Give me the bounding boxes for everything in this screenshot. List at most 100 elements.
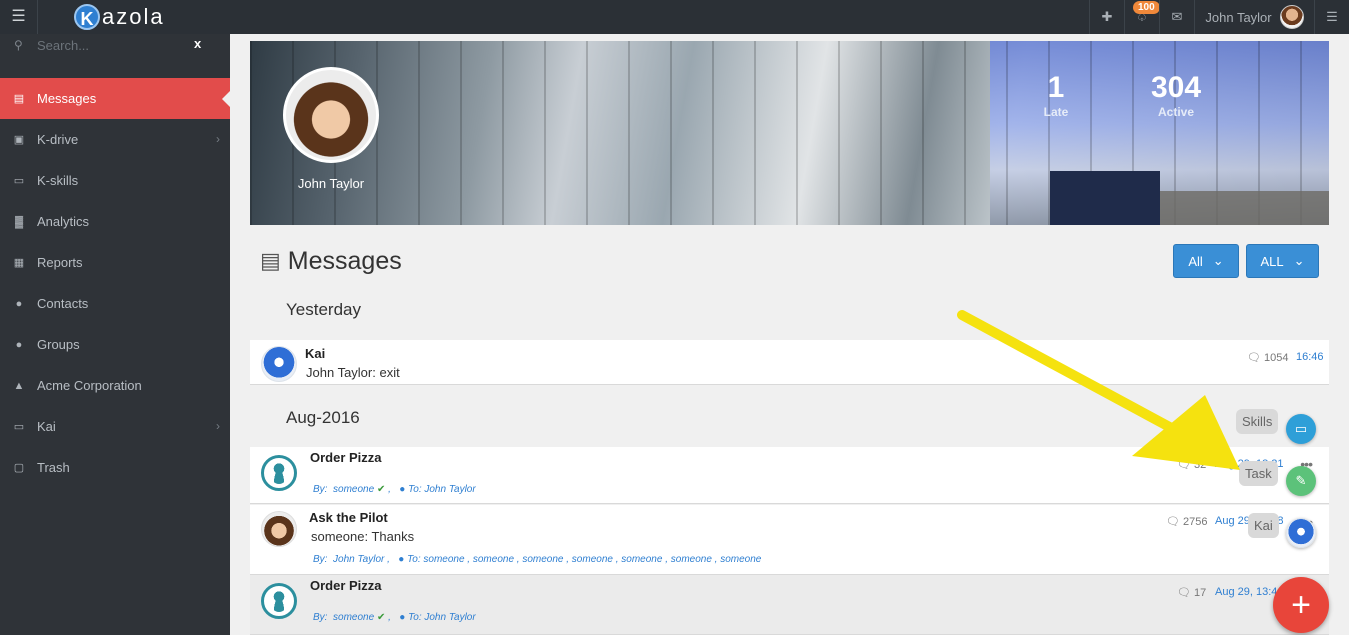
- sidebar-item-reports[interactable]: ▦ Reports: [0, 242, 230, 283]
- search-input[interactable]: Search...: [37, 38, 89, 53]
- check-icon: ✔: [376, 612, 386, 623]
- message-time: Aug 29, 13:4: [1215, 586, 1278, 598]
- sidebar-item-label: Reports: [37, 255, 83, 270]
- sidebar: ⚲ Search... x ▤ Messages ▣ K-drive › ▭ K…: [0, 34, 230, 635]
- user-menu[interactable]: John Taylor: [1194, 0, 1314, 34]
- message-row[interactable]: Order Pizza By: someone ✔ , ● To: John T…: [250, 447, 1329, 504]
- comment-count-value: 2756: [1183, 516, 1208, 528]
- profile-banner: John Taylor 1 Late 304 Active: [250, 41, 1329, 225]
- app-logo[interactable]: K azola: [74, 4, 165, 30]
- filter-label: ALL: [1260, 253, 1284, 269]
- comment-count: 🗨 17: [1177, 586, 1206, 599]
- sidebar-toggle-icon[interactable]: ☰: [0, 0, 38, 34]
- filter-dropdown-scope[interactable]: ALL ⌄: [1246, 244, 1319, 278]
- sidebar-item-k-drive[interactable]: ▣ K-drive ›: [0, 119, 230, 160]
- user-placeholder-avatar: [261, 583, 297, 619]
- table-icon: ▦: [13, 257, 25, 269]
- message-row[interactable]: Kai John Taylor: exit 🗨 1054 16:46: [250, 340, 1329, 385]
- fab-task-label[interactable]: Task: [1239, 461, 1278, 486]
- users-icon: ●: [15, 338, 23, 351]
- logo-text: azola: [102, 4, 165, 29]
- user-avatar: [1279, 5, 1304, 29]
- recipient-link[interactable]: someone , someone , someone , someone , …: [423, 554, 761, 565]
- sidebar-item-contacts[interactable]: ● Contacts: [0, 283, 230, 324]
- sidebar-item-k-skills[interactable]: ▭ K-skills: [0, 160, 230, 201]
- filter-dropdown-type[interactable]: All ⌄: [1173, 244, 1239, 278]
- add-user-icon[interactable]: ✚: [1089, 0, 1124, 34]
- laptop-icon: ▭: [13, 175, 25, 187]
- chevron-right-icon: ›: [216, 419, 220, 433]
- sidebar-item-groups[interactable]: ● Groups: [0, 324, 230, 365]
- mail-icon[interactable]: ✉: [1159, 0, 1194, 34]
- message-meta: By: John Taylor , ● To: someone , someon…: [313, 554, 762, 565]
- right-menu-icon[interactable]: ☰: [1314, 0, 1349, 34]
- sidebar-item-label: Acme Corporation: [37, 378, 142, 393]
- message-body: John Taylor: exit: [306, 365, 400, 380]
- recipient-link[interactable]: John Taylor: [424, 612, 475, 623]
- to-label: To:: [407, 554, 421, 565]
- user-icon: ●: [15, 297, 23, 310]
- comment-count-value: 1054: [1264, 352, 1289, 364]
- notifications-bell-icon[interactable]: ♤ 100: [1124, 0, 1160, 34]
- sidebar-item-label: K-skills: [37, 173, 79, 188]
- by-label: By:: [313, 484, 328, 495]
- trash-icon: ▢: [13, 462, 25, 474]
- recipient-link[interactable]: John Taylor: [424, 484, 475, 495]
- message-body: someone: Thanks: [311, 529, 415, 544]
- group-label-aug-2016: Aug-2016: [286, 408, 360, 427]
- banner-trees: [1160, 191, 1329, 225]
- sender-link[interactable]: John Taylor: [333, 554, 384, 565]
- kai-bot-avatar: [261, 346, 297, 382]
- comment-count: 🗨 1054: [1247, 351, 1289, 364]
- comment-count-value: 32: [1194, 459, 1207, 471]
- comment-count-value: 17: [1194, 587, 1207, 599]
- message-title: Order Pizza: [310, 450, 382, 465]
- comment-icon: 🗨: [1247, 352, 1261, 364]
- message-title: Kai: [305, 346, 326, 361]
- stat-late[interactable]: 1 Late: [1036, 71, 1076, 119]
- banner-tower: [1050, 171, 1160, 225]
- chevron-right-icon: ›: [216, 132, 220, 146]
- message-row[interactable]: Order Pizza By: someone ✔ , ● To: John T…: [250, 575, 1329, 635]
- comment-icon: 🗨: [1177, 459, 1191, 471]
- kai-bot-icon[interactable]: [1286, 518, 1316, 548]
- fab-kai-label[interactable]: Kai: [1248, 513, 1279, 538]
- by-label: By:: [313, 612, 328, 623]
- page-title: ▤ Messages: [260, 246, 402, 276]
- fab-skills-label[interactable]: Skills: [1236, 409, 1279, 434]
- sidebar-item-messages[interactable]: ▤ Messages: [0, 78, 230, 119]
- chevron-down-icon: ⌄: [1212, 253, 1224, 268]
- sidebar-item-acme-corporation[interactable]: ▲ Acme Corporation: [0, 365, 230, 406]
- user-icon: ●: [399, 612, 406, 623]
- chevron-down-icon: ⌄: [1293, 253, 1305, 268]
- notification-badge: 100: [1133, 1, 1160, 14]
- user-name: John Taylor: [1205, 9, 1272, 25]
- stat-late-label: Late: [1043, 105, 1069, 119]
- comment-count: 🗨 32: [1177, 458, 1206, 471]
- skills-laptop-icon[interactable]: ▭: [1286, 414, 1316, 444]
- message-row[interactable]: Ask the Pilot someone: Thanks By: John T…: [250, 505, 1329, 575]
- sidebar-item-analytics[interactable]: ▓ Analytics: [0, 201, 230, 242]
- laptop-icon: ▭: [13, 421, 25, 433]
- top-right-controls: ✚ ♤ 100 ✉ John Taylor ☰: [1089, 0, 1349, 34]
- to-label: To:: [408, 612, 422, 623]
- sidebar-item-kai[interactable]: ▭ Kai ›: [0, 406, 230, 447]
- messages-icon: ▤: [260, 248, 281, 273]
- task-pencil-icon[interactable]: ✎: [1286, 466, 1316, 496]
- profile-avatar[interactable]: [283, 67, 379, 163]
- messages-icon: ▤: [13, 93, 25, 105]
- add-fab-button[interactable]: +: [1273, 577, 1329, 633]
- user-photo-avatar: [261, 511, 297, 547]
- user-placeholder-avatar: [261, 455, 297, 491]
- message-title: Order Pizza: [310, 578, 382, 593]
- comment-icon: 🗨: [1177, 587, 1191, 599]
- sender-link[interactable]: someone: [333, 484, 374, 495]
- stat-active[interactable]: 304 Active: [1146, 71, 1206, 119]
- top-bar: ☰ K azola ✚ ♤ 100 ✉ John Taylor ☰: [0, 0, 1349, 34]
- sender-link[interactable]: someone: [333, 612, 374, 623]
- user-icon: ●: [398, 554, 405, 565]
- stat-late-value: 1: [1047, 71, 1065, 104]
- profile-name: John Taylor: [297, 176, 365, 191]
- search-clear-icon[interactable]: x: [194, 36, 201, 51]
- sidebar-item-trash[interactable]: ▢ Trash: [0, 447, 230, 488]
